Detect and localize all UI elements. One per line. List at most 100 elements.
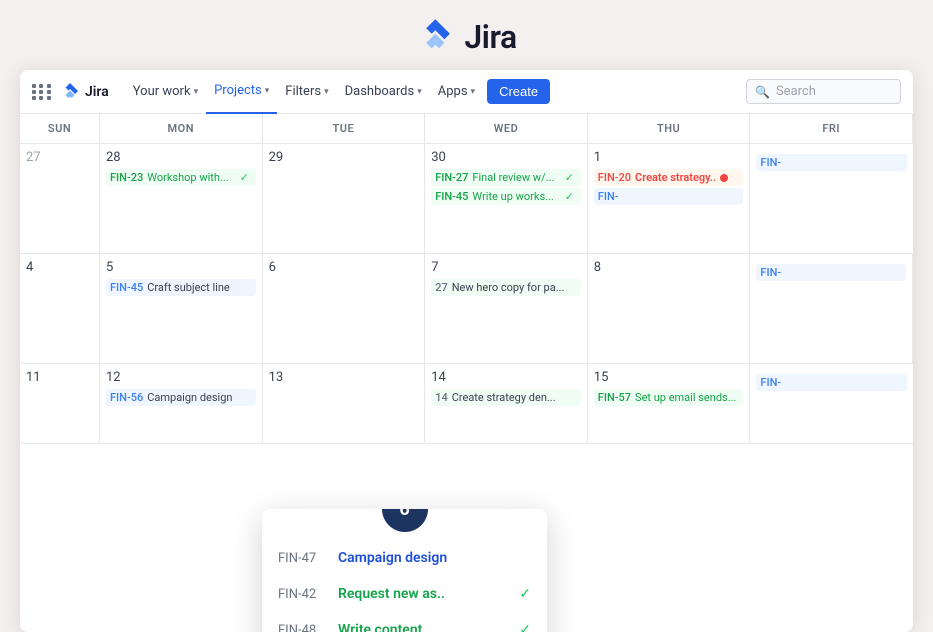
cell-thu-15[interactable]: 15 FIN-57 Set up email sends... xyxy=(588,364,751,443)
day-num: 5 xyxy=(106,260,256,275)
search-box[interactable]: 🔍 Search xyxy=(746,79,901,104)
jira-logo-icon xyxy=(416,18,454,56)
day-num: 28 xyxy=(106,150,256,165)
nav-dashboards[interactable]: Dashboards ▾ xyxy=(337,70,430,114)
apps-chevron: ▾ xyxy=(471,87,476,97)
cell-sun-27[interactable]: 27 xyxy=(20,144,100,253)
nav-brand-icon xyxy=(60,82,80,102)
nav-brand[interactable]: Jira xyxy=(60,82,109,102)
search-placeholder: Search xyxy=(776,84,816,99)
cell-fri-2[interactable]: FIN- xyxy=(750,144,913,253)
header-tue: TUE xyxy=(263,114,426,143)
popup-ticket-id-1: FIN-42 xyxy=(278,587,330,602)
event-fin23[interactable]: FIN-23 Workshop with... ✓ xyxy=(106,169,256,186)
day-num: 11 xyxy=(26,370,93,385)
grid-icon[interactable] xyxy=(32,84,52,100)
cell-mon-12[interactable]: 12 FIN-56 Campaign design xyxy=(100,364,263,443)
event-fin57[interactable]: FIN-57 Set up email sends... xyxy=(594,389,744,406)
navbar: Jira Your work ▾ Projects ▾ Filters ▾ Da… xyxy=(20,70,913,114)
your-work-chevron: ▾ xyxy=(194,87,199,97)
cell-wed-14[interactable]: 14 14 Create strategy den... xyxy=(425,364,588,443)
event-fin45[interactable]: FIN-45 Write up works... ✓ xyxy=(431,188,581,205)
calendar-row-2: 4 5 FIN-45 Craft subject line 6 7 27 New… xyxy=(20,254,913,364)
popup-item-1[interactable]: FIN-42 Request new as.. ✓ xyxy=(262,576,547,612)
app-window: Jira Your work ▾ Projects ▾ Filters ▾ Da… xyxy=(20,70,913,632)
day-num: 29 xyxy=(269,150,419,165)
header-sun: SUN xyxy=(20,114,100,143)
calendar-header: SUN MON TUE WED THU FRI xyxy=(20,114,913,144)
day-num: 8 xyxy=(594,260,744,275)
projects-chevron: ▾ xyxy=(265,86,270,96)
create-button[interactable]: Create xyxy=(487,79,550,104)
cell-thu-1[interactable]: 1 FIN-20 Create strategy.. FIN- xyxy=(588,144,751,253)
filters-chevron: ▾ xyxy=(324,87,329,97)
nav-projects[interactable]: Projects ▾ xyxy=(206,70,277,114)
nav-filters[interactable]: Filters ▾ xyxy=(277,70,336,114)
cell-fri-9[interactable]: FIN- xyxy=(750,254,913,363)
event-popup: 6 FIN-47 Campaign design FIN-42 Request … xyxy=(262,509,547,632)
cell-sun-11[interactable]: 11 xyxy=(20,364,100,443)
day-num: 7 xyxy=(431,260,581,275)
cell-tue-29[interactable]: 29 xyxy=(263,144,426,253)
popup-item-2[interactable]: FIN-48 Write content ✓ xyxy=(262,612,547,632)
day-num: 6 xyxy=(269,260,419,275)
header-fri: FRI xyxy=(750,114,913,143)
calendar-row-1: 27 28 FIN-23 Workshop with... ✓ 29 30 FI… xyxy=(20,144,913,254)
cell-wed-30[interactable]: 30 FIN-27 Final review w/... ✓ FIN-45 Wr… xyxy=(425,144,588,253)
event-fin-fri2[interactable]: FIN- xyxy=(756,264,906,281)
day-num: 27 xyxy=(26,150,93,165)
check-icon: ✓ xyxy=(565,190,577,203)
day-num: 15 xyxy=(594,370,744,385)
popup-check-1: ✓ xyxy=(519,586,531,602)
header-wed: WED xyxy=(425,114,588,143)
day-num: 1 xyxy=(594,150,744,165)
event-fin20[interactable]: FIN-20 Create strategy.. xyxy=(594,169,744,186)
cell-wed-7[interactable]: 7 27 New hero copy for pa... xyxy=(425,254,588,363)
day-num: 13 xyxy=(269,370,419,385)
event-27-wed[interactable]: 27 New hero copy for pa... xyxy=(431,279,581,296)
event-fin-fri3[interactable]: FIN- xyxy=(756,374,907,391)
cell-mon-28[interactable]: 28 FIN-23 Workshop with... ✓ xyxy=(100,144,263,253)
popup-ticket-id-0: FIN-47 xyxy=(278,551,330,566)
nav-your-work[interactable]: Your work ▾ xyxy=(125,70,206,114)
event-fin56[interactable]: FIN-56 Campaign design xyxy=(106,389,256,406)
event-fin-fri1[interactable]: FIN- xyxy=(756,154,907,171)
alert-dot xyxy=(720,174,728,182)
day-num: 4 xyxy=(26,260,93,275)
popup-ticket-title-2: Write content xyxy=(338,622,511,632)
cell-tue-13[interactable]: 13 xyxy=(263,364,426,443)
day-num: 14 xyxy=(431,370,581,385)
event-fin-thu1[interactable]: FIN- xyxy=(594,188,744,205)
event-fin45-mon[interactable]: FIN-45 Craft subject line xyxy=(106,279,256,296)
day-num: 12 xyxy=(106,370,256,385)
day-num: 30 xyxy=(431,150,581,165)
popup-ticket-id-2: FIN-48 xyxy=(278,623,330,632)
check-icon: ✓ xyxy=(565,171,577,184)
dashboards-chevron: ▾ xyxy=(417,87,422,97)
event-14-wed[interactable]: 14 Create strategy den... xyxy=(431,389,581,406)
popup-check-2: ✓ xyxy=(519,622,531,632)
jira-logo-text: Jira xyxy=(464,18,516,56)
top-header: Jira xyxy=(0,0,933,70)
jira-logo: Jira xyxy=(416,18,516,56)
cell-fri-16[interactable]: FIN- xyxy=(750,364,913,443)
cell-thu-8[interactable]: 8 xyxy=(588,254,751,363)
popup-ticket-title-1: Request new as.. xyxy=(338,586,511,602)
cell-tue-6[interactable]: 6 xyxy=(263,254,426,363)
header-mon: MON xyxy=(100,114,263,143)
popup-ticket-title-0: Campaign design xyxy=(338,550,531,566)
nav-brand-text: Jira xyxy=(85,84,109,100)
search-icon: 🔍 xyxy=(755,85,770,99)
check-icon: ✓ xyxy=(240,171,252,184)
calendar: SUN MON TUE WED THU FRI 27 28 FIN-23 Wor… xyxy=(20,114,913,444)
popup-badge: 6 xyxy=(382,509,428,532)
header-thu: THU xyxy=(588,114,751,143)
calendar-row-3: 11 12 FIN-56 Campaign design 13 14 14 Cr… xyxy=(20,364,913,444)
nav-apps[interactable]: Apps ▾ xyxy=(430,70,483,114)
popup-items: FIN-47 Campaign design FIN-42 Request ne… xyxy=(262,532,547,632)
event-fin27[interactable]: FIN-27 Final review w/... ✓ xyxy=(431,169,581,186)
cell-sun-4[interactable]: 4 xyxy=(20,254,100,363)
popup-overlay: 6 FIN-47 Campaign design FIN-42 Request … xyxy=(262,509,547,632)
popup-item-0[interactable]: FIN-47 Campaign design xyxy=(262,540,547,576)
cell-mon-5[interactable]: 5 FIN-45 Craft subject line xyxy=(100,254,263,363)
